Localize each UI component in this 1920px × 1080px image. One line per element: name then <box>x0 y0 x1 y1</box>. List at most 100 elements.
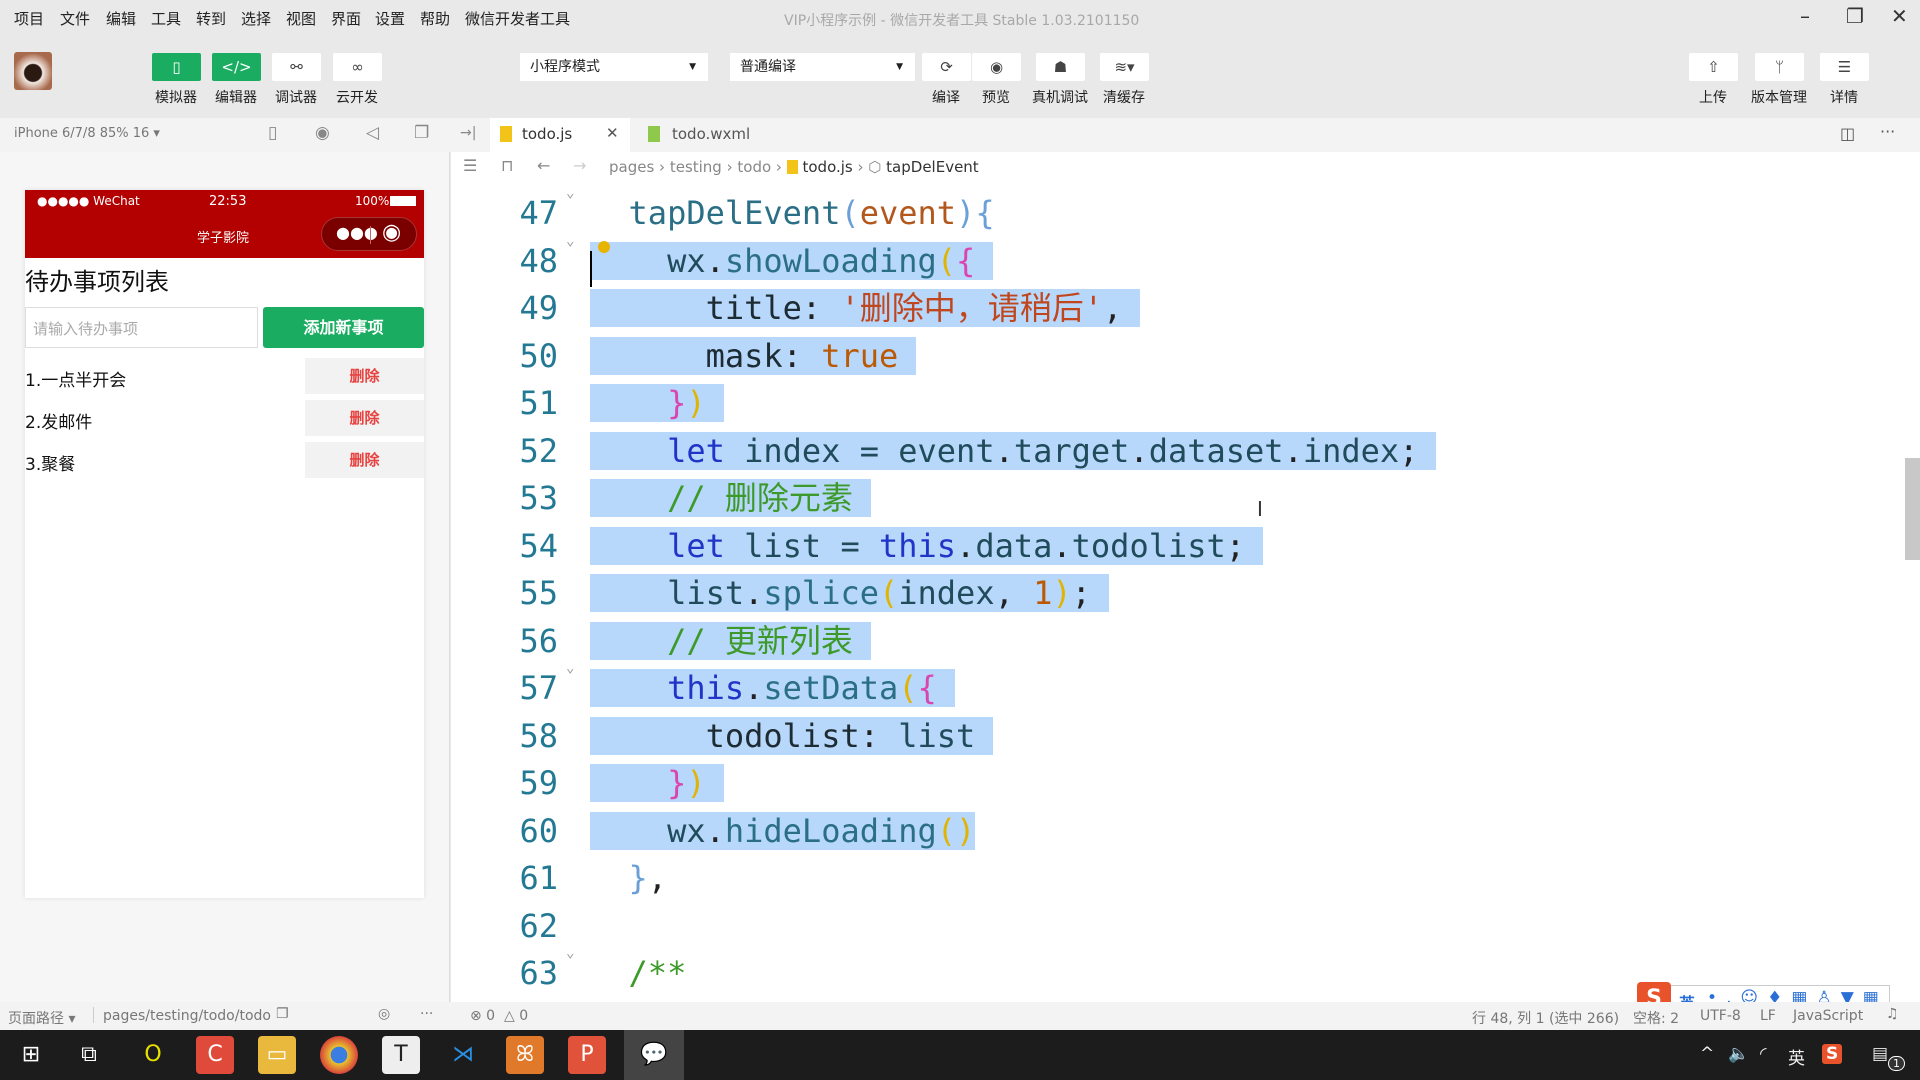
toolbar-label[interactable]: 调试器 <box>261 87 331 107</box>
menu-view[interactable]: 视图 <box>286 8 316 29</box>
split-editor-icon[interactable]: ◫ <box>1840 124 1855 143</box>
upload-button[interactable]: ⇧ <box>1689 53 1738 81</box>
code-line[interactable]: 60 wx.hideLoading() <box>451 808 1891 856</box>
crumb-testing[interactable]: testing <box>670 158 722 176</box>
menu-edit[interactable]: 编辑 <box>106 8 136 29</box>
app-c-icon[interactable]: C <box>196 1036 234 1074</box>
fold-chevron-icon[interactable]: ⌄ <box>566 938 574 968</box>
back-arrow-icon[interactable]: ← <box>537 156 550 175</box>
menu-tools[interactable]: 工具 <box>151 8 181 29</box>
tray-expand-icon[interactable]: ^ <box>1700 1044 1714 1064</box>
code-line[interactable]: 56 // 更新列表 <box>451 618 1891 666</box>
more-dots-icon[interactable]: ●●● <box>336 223 378 242</box>
toolbar-label[interactable]: 真机调试 <box>1025 87 1095 107</box>
indent-setting[interactable]: 空格: 2 <box>1633 1008 1679 1028</box>
toggle-sidebar-icon[interactable]: →| <box>460 125 476 141</box>
tab-close-icon[interactable]: ✕ <box>606 124 619 142</box>
bookmark-icon[interactable]: ⊓ <box>501 156 513 175</box>
file-explorer-icon[interactable]: ▭ <box>258 1036 296 1074</box>
phone-rotate-icon[interactable]: ▯ <box>268 123 277 143</box>
wechat-devtools-icon[interactable]: 💬 <box>624 1030 684 1080</box>
layers-button[interactable]: ≋▾ <box>1100 53 1149 81</box>
minimize-icon[interactable]: – <box>1800 4 1810 28</box>
restore-icon[interactable]: ❐ <box>1846 4 1864 28</box>
warning-count[interactable]: △ 0 <box>504 1008 528 1024</box>
eol[interactable]: LF <box>1760 1008 1776 1024</box>
bell-icon[interactable]: ♫ <box>1886 1006 1899 1022</box>
toolbar-label[interactable]: 上传 <box>1678 87 1748 107</box>
toolbar-label[interactable]: 版本管理 <box>1744 87 1814 107</box>
close-icon[interactable]: ✕ <box>1891 4 1908 28</box>
toolbar-label[interactable]: 清缓存 <box>1089 87 1159 107</box>
vscode-icon[interactable]: ⋊ <box>444 1036 482 1074</box>
code-line[interactable]: 62 <box>451 903 1891 951</box>
powerpoint-icon[interactable]: P <box>568 1036 606 1074</box>
code-line[interactable]: 48 ⌄ wx.showLoading({ <box>451 233 1891 286</box>
code-line[interactable]: 50 mask: true <box>451 333 1891 381</box>
fold-chevron-icon[interactable]: ⌄ <box>566 226 574 256</box>
code-line[interactable]: 61 }, <box>451 855 1891 903</box>
menu-file[interactable]: 文件 <box>60 8 90 29</box>
menu-devtools[interactable]: 微信开发者工具 <box>465 8 570 29</box>
add-item-button[interactable]: 添加新事项 <box>263 307 424 348</box>
more-icon[interactable]: ··· <box>1880 122 1895 141</box>
volume-icon[interactable]: ◁ <box>366 123 379 143</box>
forward-arrow-icon[interactable]: → <box>573 156 586 175</box>
task-view-icon[interactable]: ⧉ <box>70 1036 108 1074</box>
avatar[interactable] <box>14 52 52 90</box>
tab-todo-js[interactable]: todo.js ✕ <box>490 118 630 152</box>
code-line[interactable]: 57 ⌄ this.setData({ <box>451 660 1891 713</box>
delete-button[interactable]: 删除 <box>305 358 424 394</box>
toolbar-label[interactable]: 预览 <box>961 87 1031 107</box>
sogou-tray-icon[interactable]: S <box>1822 1044 1843 1064</box>
phone-toggle-button[interactable]: ▯ <box>152 53 201 81</box>
record-icon[interactable]: ◉ <box>315 123 330 143</box>
encoding[interactable]: UTF-8 <box>1700 1008 1741 1024</box>
copy-icon[interactable]: ❐ <box>276 1006 289 1022</box>
eye-button[interactable]: ◉ <box>972 53 1021 81</box>
code-line[interactable]: 55 list.splice(index, 1); <box>451 570 1891 618</box>
page-path-select[interactable]: 页面路径 ▾ <box>8 1008 75 1028</box>
todo-input[interactable]: 请输入待办事项 <box>25 307 258 348</box>
tab-todo-wxml[interactable]: todo.wxml <box>640 118 780 152</box>
wifi-icon[interactable]: ◜ <box>1760 1044 1767 1064</box>
outline-icon[interactable]: ☰ <box>463 156 477 175</box>
typora-icon[interactable]: T <box>382 1036 420 1074</box>
volume-icon[interactable]: 🔈 <box>1728 1044 1749 1064</box>
refresh-button[interactable]: ⟳ <box>922 53 971 81</box>
input-lang[interactable]: 英 <box>1788 1044 1805 1069</box>
menu-help[interactable]: 帮助 <box>420 8 450 29</box>
menu-project[interactable]: 项目 <box>14 8 44 29</box>
capsule-menu[interactable]: ●●● ◉ <box>321 217 417 251</box>
popout-icon[interactable]: ❐ <box>414 123 429 143</box>
eye-icon[interactable]: ◎ <box>378 1006 390 1022</box>
menu-goto[interactable]: 转到 <box>196 8 226 29</box>
branch-button[interactable]: ᛘ <box>1755 53 1804 81</box>
bug-button[interactable]: ☗ <box>1036 53 1085 81</box>
close-miniprogram-icon[interactable]: ◉ <box>382 220 401 245</box>
code-line[interactable]: 58 todolist: list <box>451 713 1891 761</box>
crumb-pages[interactable]: pages <box>609 158 654 176</box>
scrollbar-thumb[interactable] <box>1905 458 1920 560</box>
cloud-link-toggle-button[interactable]: ∞ <box>333 53 382 81</box>
toolbar-label[interactable]: 详情 <box>1809 87 1879 107</box>
menu-select[interactable]: 选择 <box>241 8 271 29</box>
fold-chevron-icon[interactable]: ⌄ <box>566 653 574 683</box>
code-line[interactable]: 47 ⌄ tapDelEvent(event){ <box>451 190 1891 238</box>
crumb-symbol[interactable]: tapDelEvent <box>886 158 979 176</box>
error-count[interactable]: ⊗ 0 <box>470 1008 495 1024</box>
delete-button[interactable]: 删除 <box>305 400 424 436</box>
fold-chevron-icon[interactable]: ⌄ <box>566 190 574 208</box>
windows-start-icon[interactable]: ⊞ <box>12 1036 50 1074</box>
code-line[interactable]: 51 }) <box>451 380 1891 428</box>
toolbar-label[interactable]: 云开发 <box>322 87 392 107</box>
chrome-icon[interactable] <box>320 1036 358 1074</box>
notification-icon[interactable]: ▤ <box>1872 1044 1888 1064</box>
menu-button[interactable]: ☰ <box>1820 53 1869 81</box>
lightbulb-icon[interactable] <box>598 241 610 253</box>
debug-sliders-toggle-button[interactable]: ⚯ <box>272 53 321 81</box>
compile-select[interactable]: 普通编译 ▼ <box>730 53 915 81</box>
crumb-file[interactable]: todo.js <box>802 158 852 176</box>
crumb-todo[interactable]: todo <box>737 158 771 176</box>
cursor-position[interactable]: 行 48, 列 1 (选中 266) <box>1472 1008 1619 1028</box>
